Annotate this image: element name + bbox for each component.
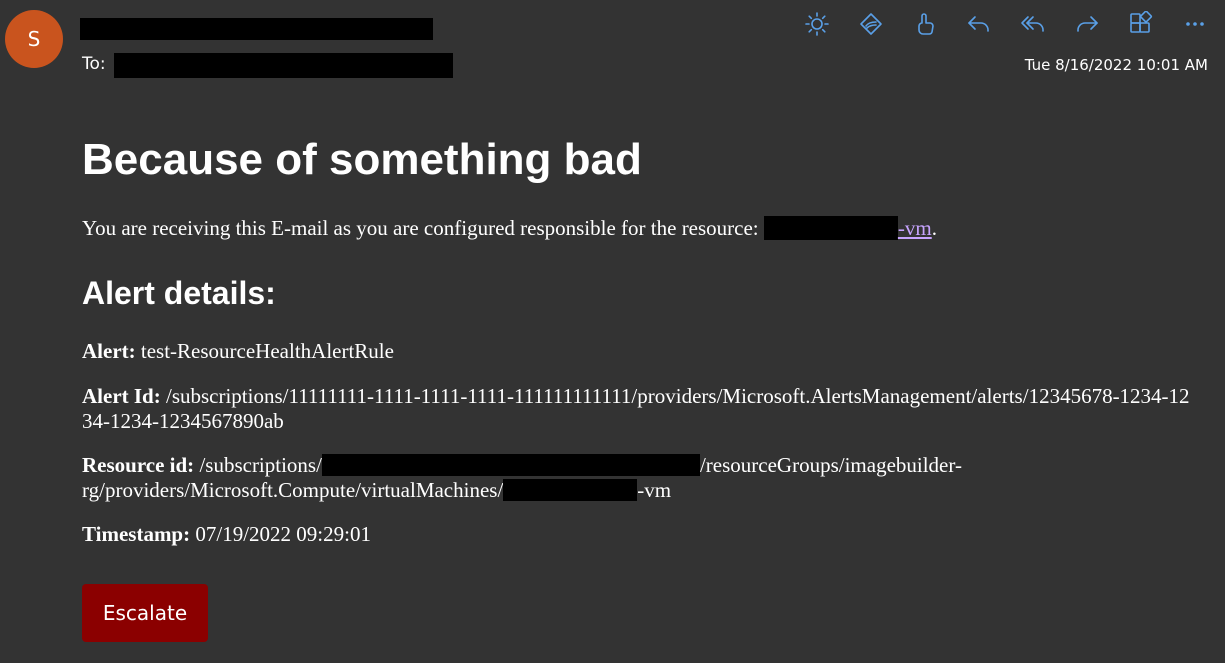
resource-id-label: Resource id: xyxy=(82,453,195,477)
sender-name-redacted xyxy=(80,18,433,40)
alert-label: Alert: xyxy=(82,339,136,363)
resource-id-part3: -vm xyxy=(637,478,672,502)
alert-id-label: Alert Id: xyxy=(82,384,161,408)
resource-name-redacted xyxy=(763,216,898,240)
reply-all-icon[interactable] xyxy=(1018,9,1048,39)
resource-id-part1: /subscriptions/ xyxy=(199,453,322,477)
message-headline: Because of something bad xyxy=(82,135,642,184)
intro-text: You are receiving this E-mail as you are… xyxy=(82,216,764,240)
timestamp-value: 07/19/2022 09:29:01 xyxy=(195,522,371,546)
intro-paragraph: You are receiving this E-mail as you are… xyxy=(82,214,937,242)
resource-id-field: Resource id: /subscriptions//resourceGro… xyxy=(82,453,1052,503)
intro-suffix: . xyxy=(931,216,937,240)
apps-icon[interactable] xyxy=(1126,9,1156,39)
sender-avatar[interactable]: S xyxy=(5,10,63,68)
alert-details-heading: Alert details: xyxy=(82,275,276,311)
escalate-button[interactable]: Escalate xyxy=(82,584,208,642)
alert-id-field: Alert Id: /subscriptions/11111111-1111-1… xyxy=(82,384,1197,434)
subscription-id-redacted xyxy=(321,454,700,476)
timestamp-label: Timestamp: xyxy=(82,522,191,546)
like-icon[interactable] xyxy=(910,9,940,39)
resource-link[interactable]: -vm xyxy=(898,216,932,240)
sun-icon[interactable] xyxy=(802,9,832,39)
vm-name-redacted xyxy=(503,479,638,501)
alert-value: test-ResourceHealthAlertRule xyxy=(140,339,394,363)
more-icon[interactable] xyxy=(1180,9,1210,39)
to-label: To: xyxy=(82,54,106,74)
immersive-reader-icon[interactable] xyxy=(856,9,886,39)
alert-field: Alert: test-ResourceHealthAlertRule xyxy=(82,339,1202,364)
timestamp-field: Timestamp: 07/19/2022 09:29:01 xyxy=(82,522,1202,547)
forward-icon[interactable] xyxy=(1072,9,1102,39)
recipient-redacted xyxy=(114,53,453,78)
avatar-initial: S xyxy=(27,27,41,51)
alert-id-value: /subscriptions/11111111-1111-1111-1111-1… xyxy=(82,384,1190,433)
reply-icon[interactable] xyxy=(964,9,994,39)
received-date: Tue 8/16/2022 10:01 AM xyxy=(1024,56,1208,74)
